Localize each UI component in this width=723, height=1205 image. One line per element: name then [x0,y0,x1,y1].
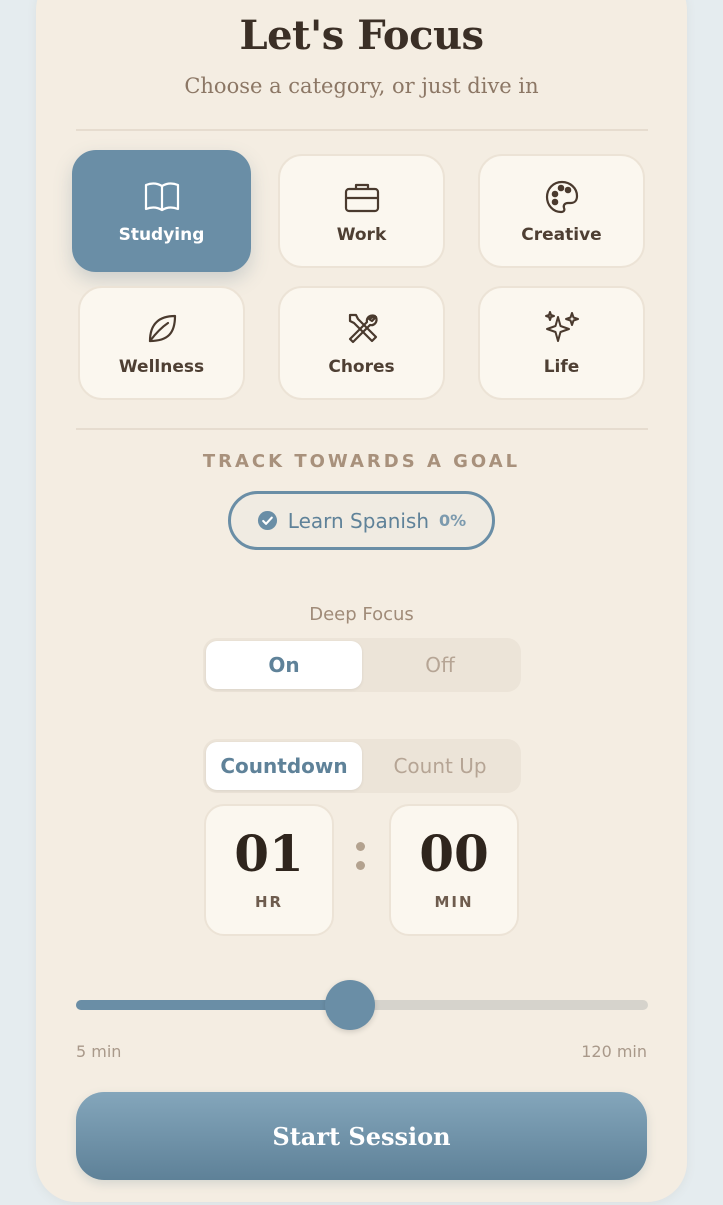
category-wellness[interactable]: Wellness [78,286,245,400]
page-subtitle: Choose a category, or just dive in [184,74,539,98]
time-separator [356,842,365,880]
check-circle-icon [257,510,277,531]
category-label: Studying [118,225,205,245]
duration-slider-thumb[interactable] [324,980,375,1030]
countdown-option[interactable]: Countdown [206,742,362,790]
briefcase-icon [344,183,379,213]
deep-focus-off-option[interactable]: Off [362,641,518,689]
minutes-value: 00 [419,824,489,883]
palette-icon [545,180,578,214]
divider-top [76,129,648,131]
leaf-icon [148,314,176,343]
tools-icon [348,313,378,344]
sparkles-icon [544,311,579,342]
category-label: Work [336,225,387,245]
goal-progress: 0% [439,511,467,530]
duration-slider-fill [76,1000,350,1010]
goal-section-label: TRACK TOWARDS A GOAL [202,451,521,472]
divider-middle [76,428,648,430]
goal-pill-learn-spanish[interactable]: Learn Spanish 0% [228,491,495,550]
hours-unit: HR [254,893,284,911]
minutes-unit: MIN [434,893,474,911]
category-chores[interactable]: Chores [278,286,445,400]
minutes-box[interactable]: 00 MIN [389,804,519,936]
count-up-option[interactable]: Count Up [362,742,518,790]
category-label: Creative [521,225,602,245]
start-session-button[interactable]: Start Session [76,1092,647,1180]
goal-name: Learn Spanish [287,508,430,533]
category-work[interactable]: Work [278,154,445,268]
deep-focus-on-option[interactable]: On [206,641,362,689]
category-label: Chores [328,357,395,377]
category-label: Wellness [118,357,205,377]
deep-focus-toggle: On Off [203,638,521,692]
book-icon [144,182,179,212]
timer-mode-toggle: Countdown Count Up [203,739,521,793]
category-studying[interactable]: Studying [72,150,251,272]
category-label: Life [543,357,580,377]
category-creative[interactable]: Creative [478,154,645,268]
category-life[interactable]: Life [478,286,645,400]
hours-box[interactable]: 01 HR [204,804,334,936]
hours-value: 01 [234,824,304,883]
duration-slider-track[interactable] [76,980,648,1030]
slider-max-label: 120 min [581,1042,647,1061]
deep-focus-label: Deep Focus [309,604,414,625]
page-title: Let's Focus [239,12,484,59]
slider-min-label: 5 min [76,1042,122,1061]
